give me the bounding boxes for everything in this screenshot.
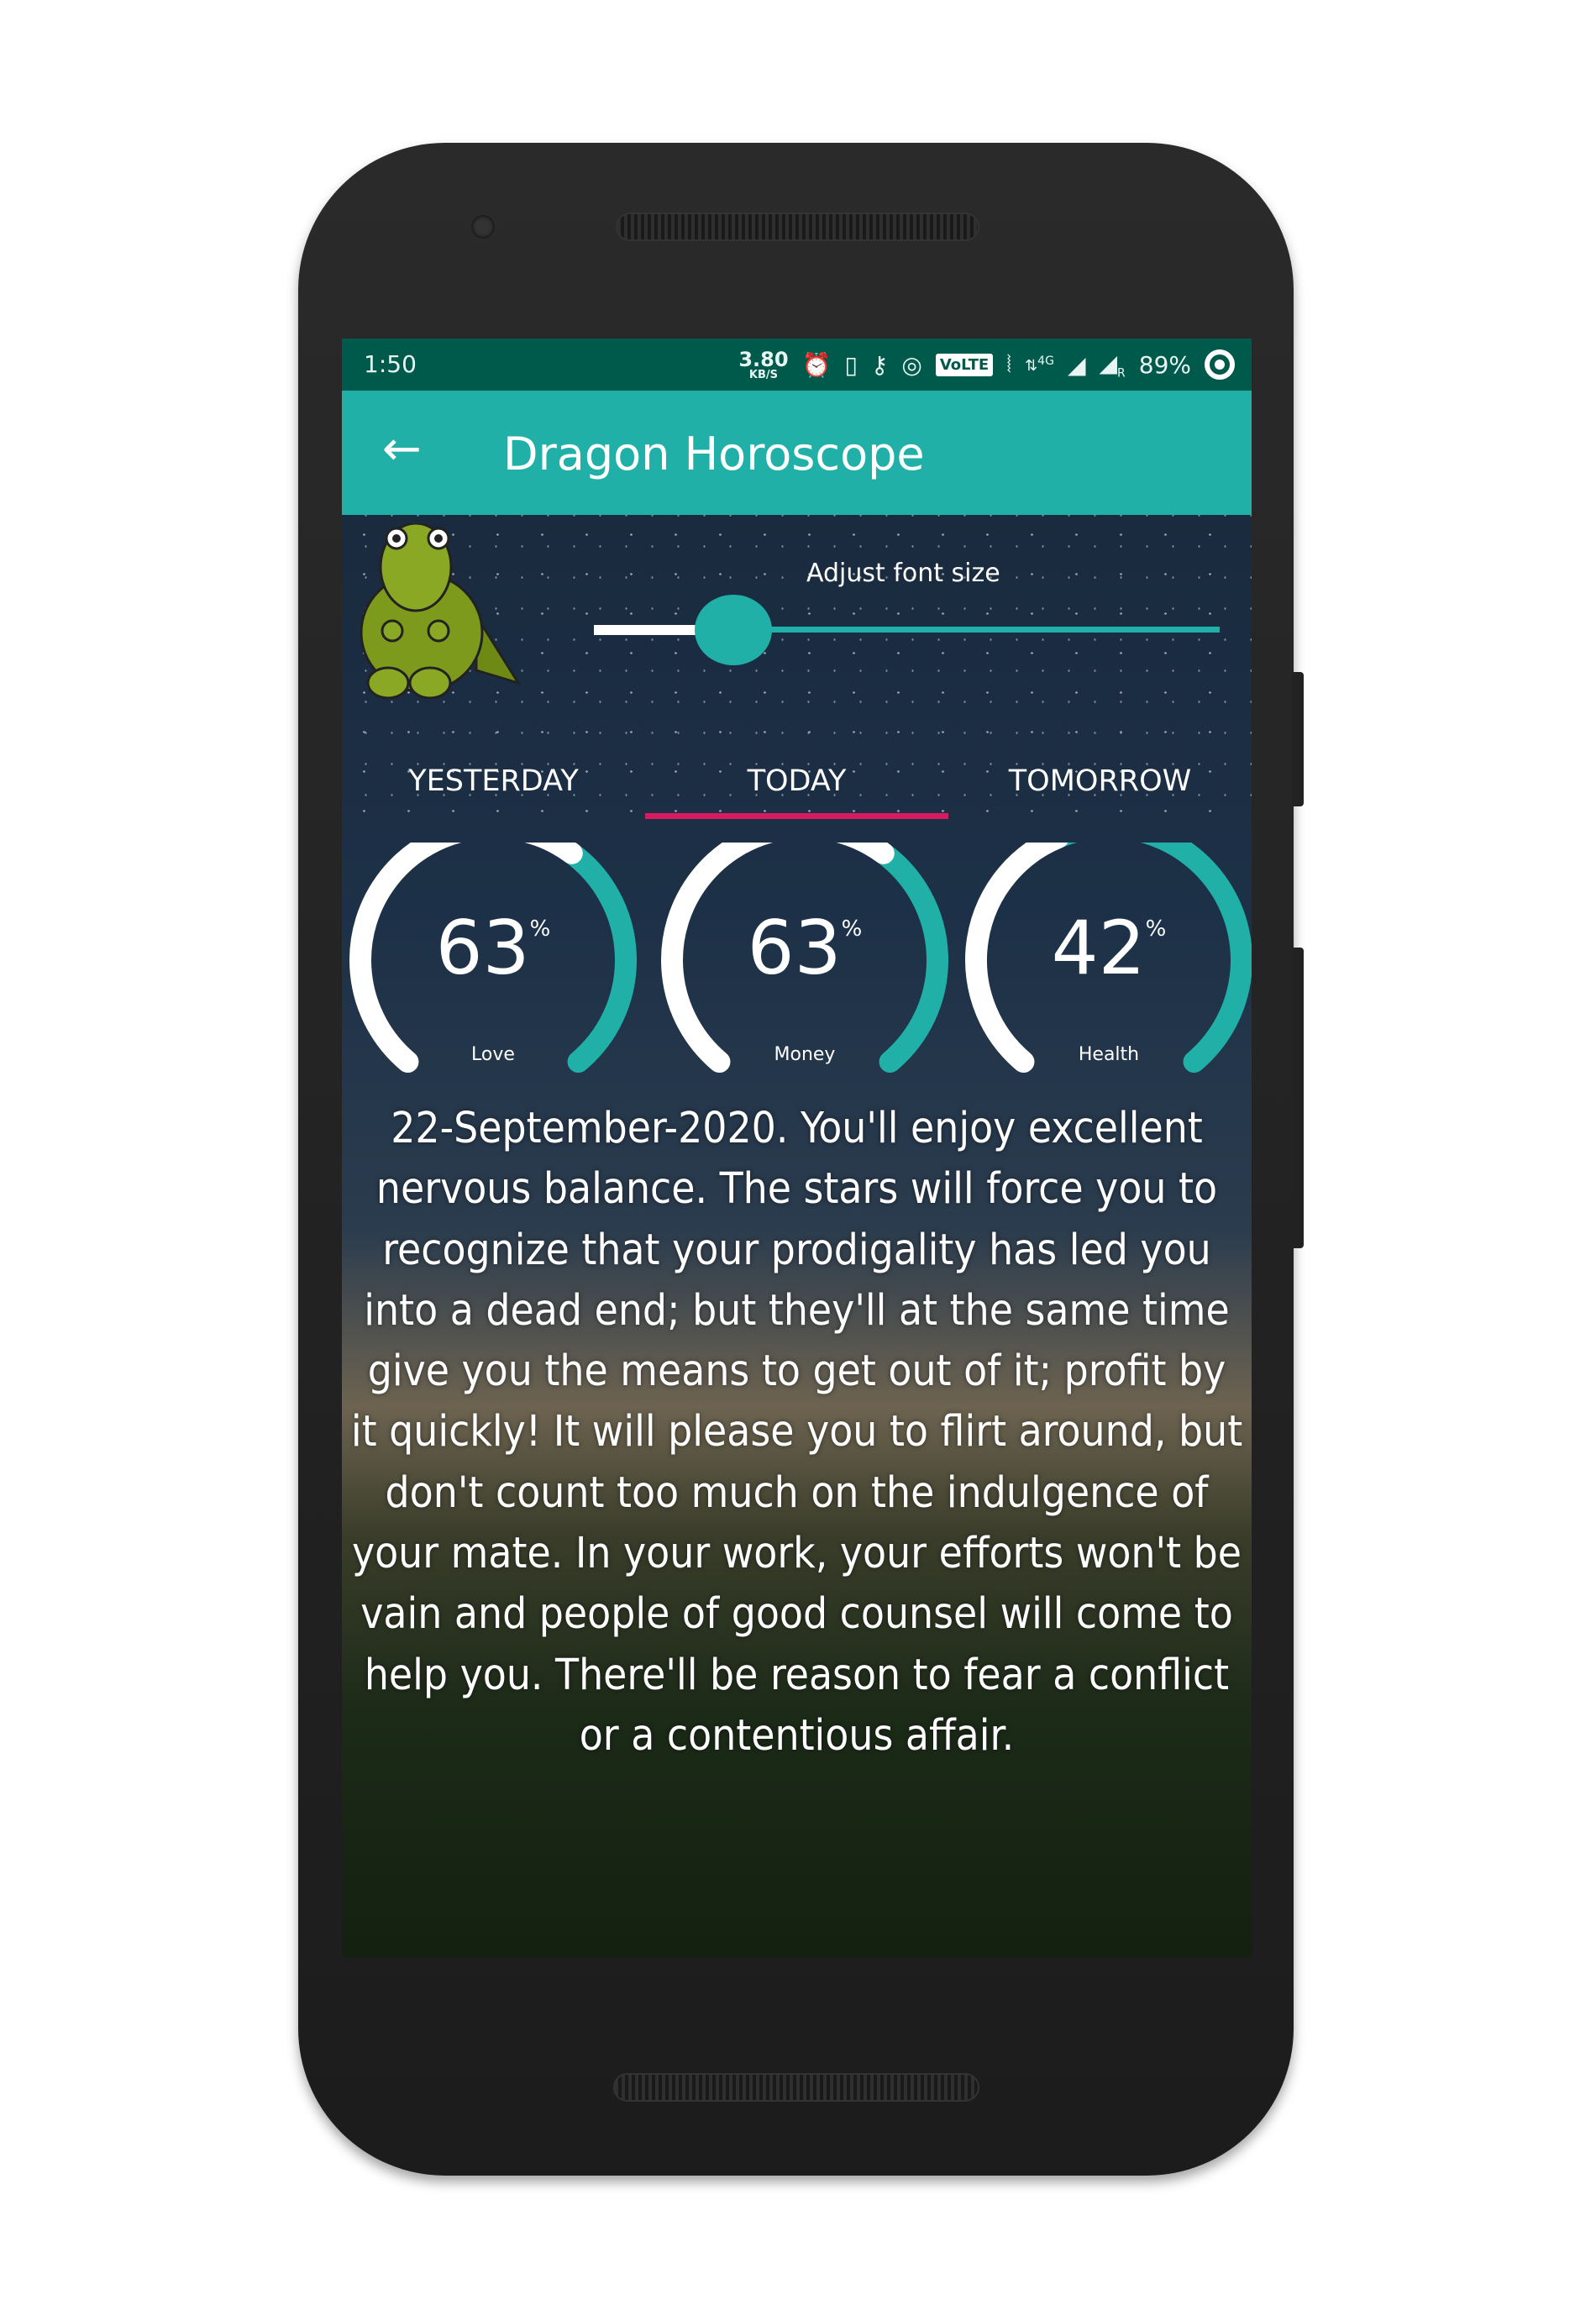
gauges: 63% Love 63% Money 42% Health <box>342 843 1252 1078</box>
dragon-mascot-icon <box>360 523 522 700</box>
gauge-value: 42% <box>1025 911 1193 985</box>
data-arrows-icon: ⇅4G <box>1025 354 1054 375</box>
top-speaker <box>616 213 979 241</box>
font-size-slider[interactable] <box>594 595 1220 665</box>
horoscope-text: 22-September-2020. You'll enjoy excellen… <box>350 1104 1243 1761</box>
screen: 1:50 3.80 KB/S ⏰ ▯ ⚷ ◎ VoLTE ⦚ ⇅4G ◢ ◢R 8… <box>342 339 1252 1957</box>
tab-today[interactable]: TODAY <box>645 746 948 819</box>
vibrate-icon: ⦚ <box>1006 350 1012 378</box>
app-bar: ← Dragon Horoscope <box>342 391 1252 515</box>
roaming-indicator: R <box>1117 366 1126 381</box>
gauge-remaining-arc <box>872 843 948 1074</box>
gauge-value: 63% <box>721 911 889 985</box>
gauge-unit: % <box>1145 916 1167 942</box>
network-speed: 3.80 KB/S <box>738 349 788 381</box>
gauge-label: Love <box>471 1044 515 1065</box>
volume-button <box>1292 948 1304 1248</box>
status-bar: 1:50 3.80 KB/S ⏰ ▯ ⚷ ◎ VoLTE ⦚ ⇅4G ◢ ◢R 8… <box>342 339 1252 391</box>
gauge-number: 63 <box>747 905 842 991</box>
gauge-unit: % <box>841 916 863 942</box>
hotspot-icon: ◎ <box>901 350 922 379</box>
battery-saver-icon <box>1205 349 1235 380</box>
gauge-number: 42 <box>1051 905 1146 991</box>
font-size-label: Adjust font size <box>806 559 1000 588</box>
gauge-remaining-arc <box>560 843 637 1074</box>
gauge-label: Health <box>1078 1044 1140 1065</box>
gauge-unit: % <box>529 916 551 942</box>
volte-icon: VoLTE <box>935 353 994 376</box>
day-tabs: YESTERDAY TODAY TOMORROW <box>342 746 1252 819</box>
slider-thumb[interactable] <box>695 595 772 665</box>
front-camera <box>466 210 500 244</box>
slider-track[interactable] <box>703 627 1220 633</box>
tab-yesterday[interactable]: YESTERDAY <box>342 746 645 819</box>
gauge-label: Money <box>774 1044 836 1065</box>
signal-icon: ◢ <box>1067 350 1086 379</box>
battery-percent: 89% <box>1138 350 1191 379</box>
header-panel: Adjust font size YESTERDAY TODAY TOMORRO… <box>342 515 1252 819</box>
tab-tomorrow[interactable]: TOMORROW <box>948 746 1252 819</box>
gauge-number: 63 <box>435 905 530 991</box>
signal-roaming-icon: ◢R <box>1099 349 1126 381</box>
arrow-left-icon[interactable]: ← <box>382 424 422 475</box>
speed-unit: KB/S <box>748 368 779 381</box>
page-title: Dragon Horoscope <box>503 428 925 480</box>
power-button <box>1292 672 1304 806</box>
gauge-value: 63% <box>409 911 577 985</box>
alarm-icon: ⏰ <box>801 350 832 379</box>
status-time: 1:50 <box>364 350 417 378</box>
key-icon: ⚷ <box>870 350 889 379</box>
bottom-speaker <box>613 2073 979 2102</box>
slider-track-filled <box>594 625 703 635</box>
speed-value: 3.80 <box>738 347 789 371</box>
network-type: 4G <box>1037 354 1054 368</box>
phone-icon: ▯ <box>844 350 858 379</box>
